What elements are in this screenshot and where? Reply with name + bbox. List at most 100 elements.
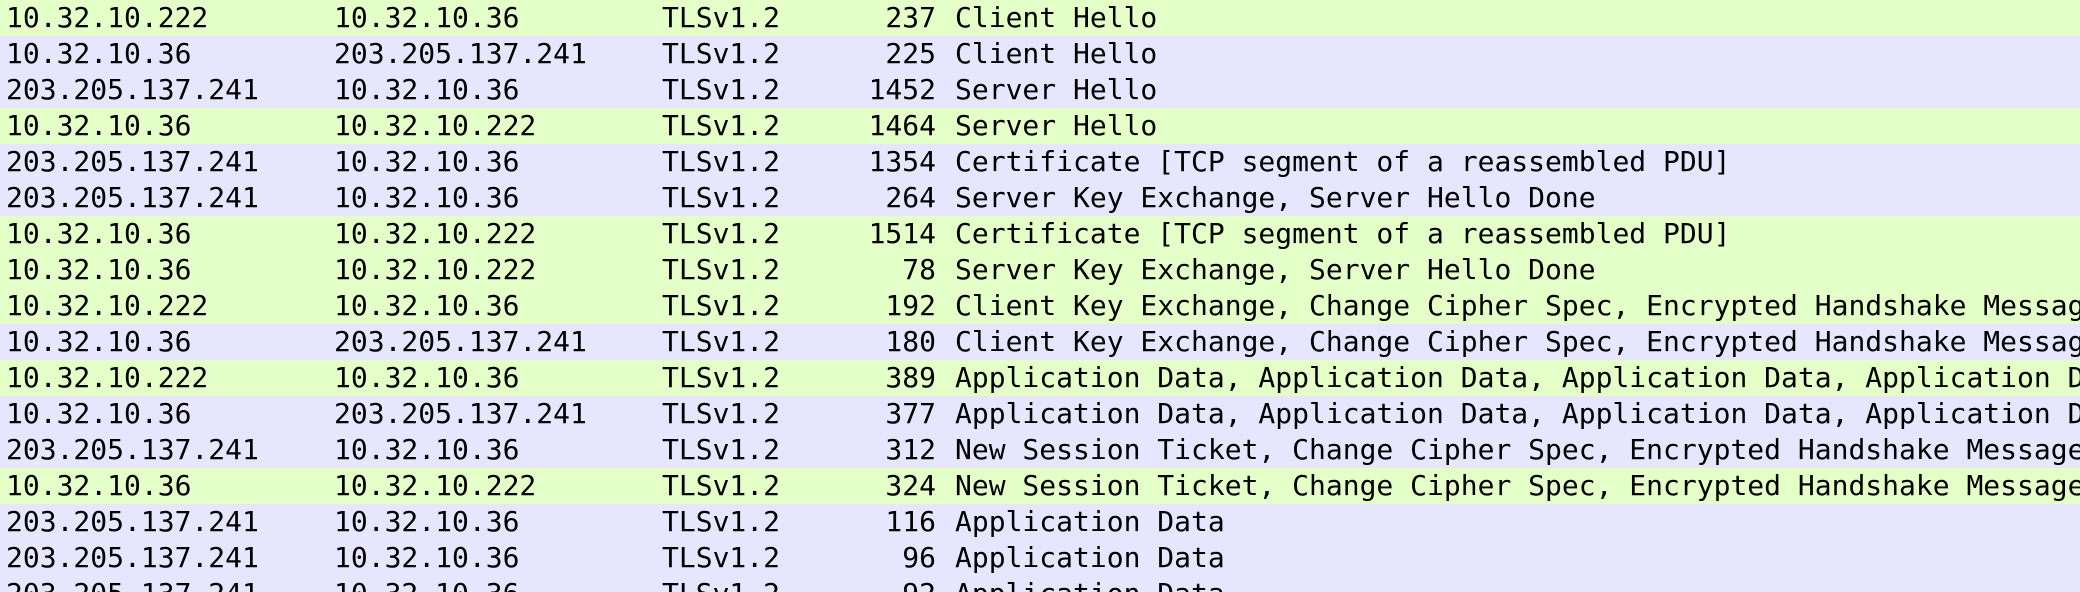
source-cell: 203.205.137.241 xyxy=(6,73,259,106)
source-cell: 203.205.137.241 xyxy=(6,145,259,178)
packet-row[interactable]: 10.32.10.36 10.32.10.222 TLSv1.2 78 Server K… xyxy=(0,252,2080,288)
length-cell: 78 xyxy=(902,253,936,286)
protocol-cell: TLSv1.2 xyxy=(662,73,781,106)
packet-row[interactable]: 10.32.10.36 10.32.10.222 TLSv1.2 1514 Certif… xyxy=(0,216,2080,252)
info-cell: Application Data xyxy=(955,576,1225,592)
destination-cell: 10.32.10.222 xyxy=(334,109,537,142)
destination-cell: 10.32.10.222 xyxy=(334,217,537,250)
packet-row[interactable]: 10.32.10.222 10.32.10.36 TLSv1.2 389 Applica… xyxy=(0,360,2080,396)
source-cell: 10.32.10.222 xyxy=(6,361,209,394)
length-cell: 312 xyxy=(885,433,936,466)
length-cell: 324 xyxy=(885,469,936,502)
packet-row[interactable]: 203.205.137.241 10.32.10.36 TLSv1.2 264 Serv… xyxy=(0,180,2080,216)
length-cell: 225 xyxy=(885,37,936,70)
packet-row[interactable]: 10.32.10.36 10.32.10.222 TLSv1.2 324 New Ses… xyxy=(0,468,2080,504)
packet-row[interactable]: 203.205.137.241 10.32.10.36 TLSv1.2 96 Appli… xyxy=(0,540,2080,576)
source-cell: 10.32.10.36 xyxy=(6,397,192,430)
protocol-cell: TLSv1.2 xyxy=(662,181,781,214)
packet-row[interactable]: 10.32.10.36 203.205.137.241 TLSv1.2 180 Clie… xyxy=(0,324,2080,360)
packet-row[interactable]: 10.32.10.222 10.32.10.36 TLSv1.2 192 Client … xyxy=(0,288,2080,324)
destination-cell: 10.32.10.36 xyxy=(334,1,520,34)
source-cell: 203.205.137.241 xyxy=(6,541,259,574)
packet-row[interactable]: 203.205.137.241 10.32.10.36 TLSv1.2 312 New … xyxy=(0,432,2080,468)
length-cell: 377 xyxy=(885,397,936,430)
source-cell: 10.32.10.36 xyxy=(6,469,192,502)
length-cell: 92 xyxy=(836,576,936,592)
length-cell: 1452 xyxy=(868,73,936,106)
source-cell: 10.32.10.36 xyxy=(6,37,192,70)
destination-cell: 10.32.10.36 xyxy=(334,576,519,592)
destination-cell: 10.32.10.36 xyxy=(334,145,520,178)
info-cell: Server Hello xyxy=(955,109,1158,142)
info-cell: Client Hello xyxy=(955,37,1158,70)
source-cell: 203.205.137.241 xyxy=(6,181,259,214)
packet-row[interactable]: 203.205.137.241 10.32.10.36 TLSv1.2 92 Appli… xyxy=(0,576,2080,592)
info-cell: New Session Ticket, Change Cipher Spec, … xyxy=(955,433,2080,466)
packet-list[interactable]: 10.32.10.222 10.32.10.36 TLSv1.2 237 Client … xyxy=(0,0,2080,592)
destination-cell: 10.32.10.36 xyxy=(334,181,520,214)
destination-cell: 10.32.10.222 xyxy=(334,253,537,286)
destination-cell: 10.32.10.36 xyxy=(334,361,520,394)
destination-cell: 10.32.10.36 xyxy=(334,541,520,574)
protocol-cell: TLSv1.2 xyxy=(662,541,781,574)
destination-cell: 10.32.10.36 xyxy=(334,433,520,466)
packet-row[interactable]: 10.32.10.36 203.205.137.241 TLSv1.2 225 Clie… xyxy=(0,36,2080,72)
info-cell: Application Data, Application Data, Appl… xyxy=(955,397,2080,430)
length-cell: 180 xyxy=(885,325,936,358)
info-cell: Client Key Exchange, Change Cipher Spec,… xyxy=(955,325,2080,358)
length-cell: 237 xyxy=(885,1,936,34)
protocol-cell: TLSv1.2 xyxy=(662,1,781,34)
protocol-cell: TLSv1.2 xyxy=(662,469,781,502)
info-cell: Server Hello xyxy=(955,73,1158,106)
protocol-cell: TLSv1.2 xyxy=(662,217,781,250)
destination-cell: 10.32.10.36 xyxy=(334,505,520,538)
protocol-cell: TLSv1.2 xyxy=(662,505,781,538)
info-cell: Certificate [TCP segment of a reassemble… xyxy=(955,217,1731,250)
protocol-cell: TLSv1.2 xyxy=(662,37,781,70)
info-cell: Server Key Exchange, Server Hello Done xyxy=(955,181,1596,214)
destination-cell: 10.32.10.222 xyxy=(334,469,537,502)
destination-cell: 203.205.137.241 xyxy=(334,37,587,70)
destination-cell: 203.205.137.241 xyxy=(334,397,587,430)
protocol-cell: TLSv1.2 xyxy=(662,289,781,322)
info-cell: Application Data, Application Data, Appl… xyxy=(955,361,2080,394)
packet-row[interactable]: 10.32.10.222 10.32.10.36 TLSv1.2 237 Client … xyxy=(0,0,2080,36)
protocol-cell: TLSv1.2 xyxy=(662,576,780,592)
length-cell: 96 xyxy=(902,541,936,574)
source-cell: 10.32.10.36 xyxy=(6,109,192,142)
source-cell: 203.205.137.241 xyxy=(6,433,259,466)
packet-row[interactable]: 10.32.10.36 10.32.10.222 TLSv1.2 1464 Server… xyxy=(0,108,2080,144)
info-cell: Server Key Exchange, Server Hello Done xyxy=(955,253,1596,286)
packet-row[interactable]: 203.205.137.241 10.32.10.36 TLSv1.2 1452 Ser… xyxy=(0,72,2080,108)
source-cell: 10.32.10.36 xyxy=(6,253,192,286)
protocol-cell: TLSv1.2 xyxy=(662,109,781,142)
source-cell: 10.32.10.36 xyxy=(6,325,192,358)
protocol-cell: TLSv1.2 xyxy=(662,397,781,430)
source-cell: 203.205.137.241 xyxy=(6,505,259,538)
protocol-cell: TLSv1.2 xyxy=(662,145,781,178)
info-cell: New Session Ticket, Change Cipher Spec, … xyxy=(955,469,2080,502)
info-cell: Client Hello xyxy=(955,1,1158,34)
destination-cell: 10.32.10.36 xyxy=(334,73,520,106)
packet-row[interactable]: 203.205.137.241 10.32.10.36 TLSv1.2 116 Appl… xyxy=(0,504,2080,540)
source-cell: 10.32.10.222 xyxy=(6,1,209,34)
source-cell: 203.205.137.241 xyxy=(6,576,259,592)
protocol-cell: TLSv1.2 xyxy=(662,433,781,466)
destination-cell: 10.32.10.36 xyxy=(334,289,520,322)
packet-row[interactable]: 10.32.10.36 203.205.137.241 TLSv1.2 377 Appl… xyxy=(0,396,2080,432)
length-cell: 1464 xyxy=(868,109,936,142)
protocol-cell: TLSv1.2 xyxy=(662,325,781,358)
source-cell: 10.32.10.36 xyxy=(6,217,192,250)
length-cell: 116 xyxy=(885,505,936,538)
destination-cell: 203.205.137.241 xyxy=(334,325,587,358)
protocol-cell: TLSv1.2 xyxy=(662,253,781,286)
length-cell: 1514 xyxy=(868,217,936,250)
packet-row[interactable]: 203.205.137.241 10.32.10.36 TLSv1.2 1354 Cer… xyxy=(0,144,2080,180)
length-cell: 1354 xyxy=(868,145,936,178)
length-cell: 389 xyxy=(885,361,936,394)
source-cell: 10.32.10.222 xyxy=(6,289,209,322)
info-cell: Application Data xyxy=(955,541,1225,574)
info-cell: Certificate [TCP segment of a reassemble… xyxy=(955,145,1731,178)
length-cell: 192 xyxy=(885,289,936,322)
info-cell: Application Data xyxy=(955,505,1225,538)
